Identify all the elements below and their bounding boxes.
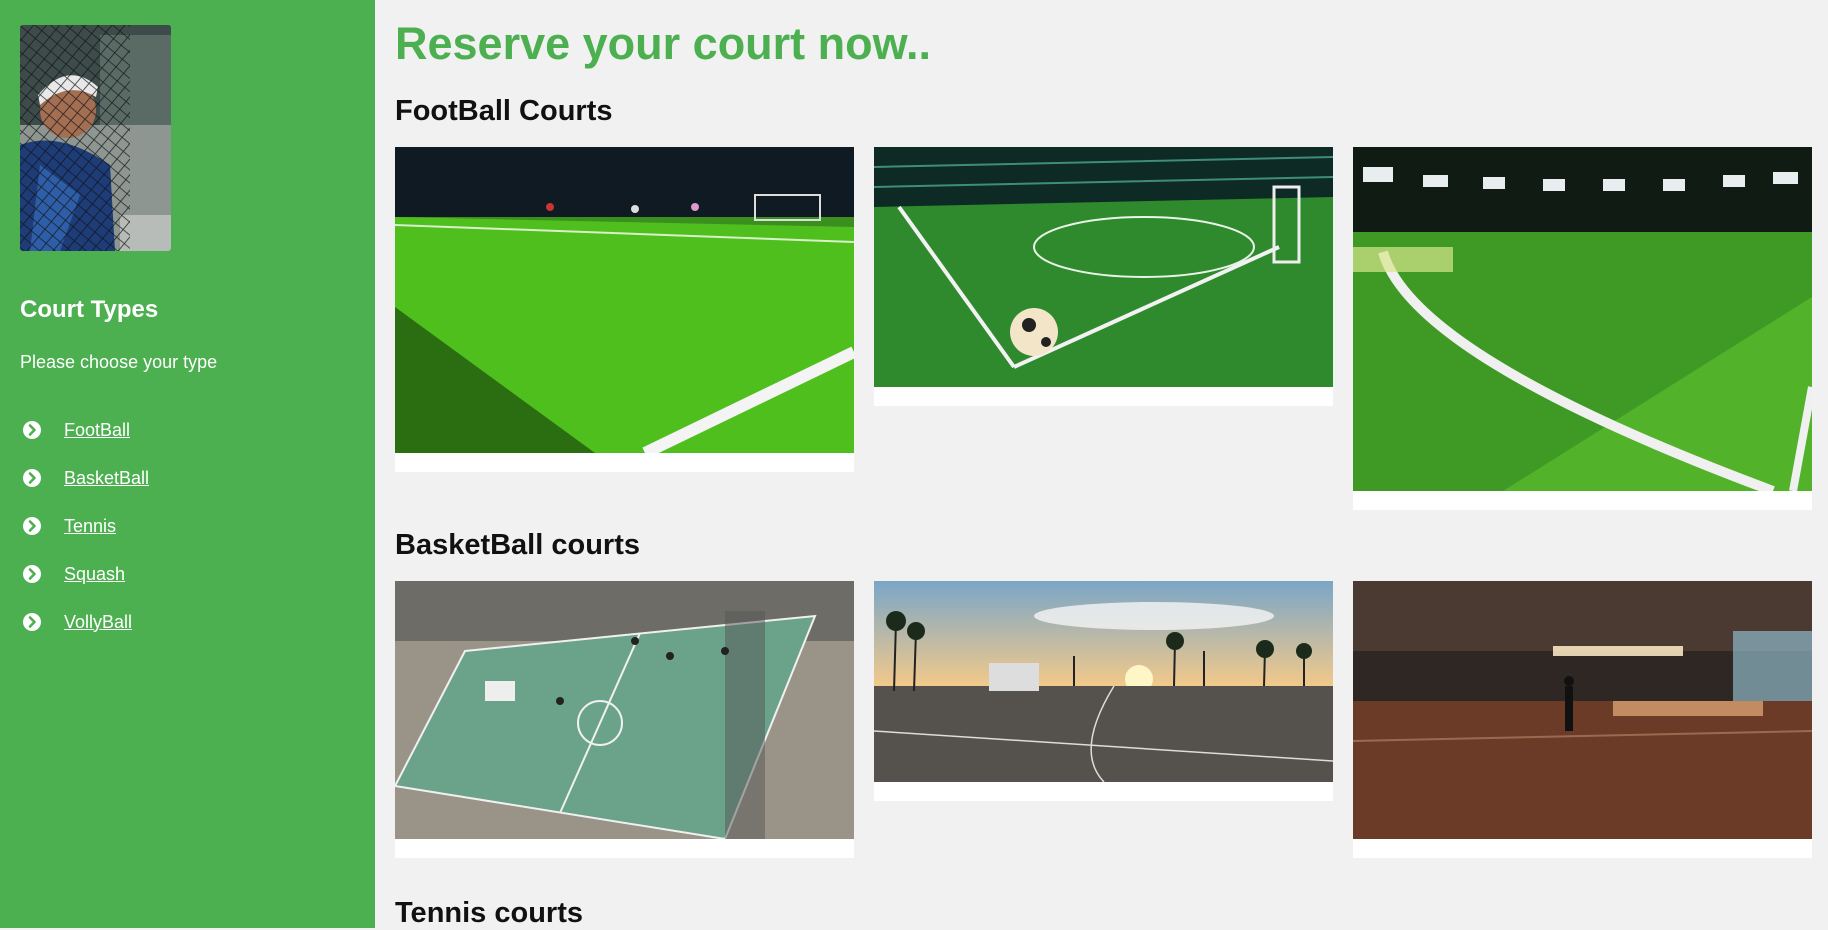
section-title-basketball: BasketBall courts xyxy=(395,529,640,561)
chevron-circle-right-icon xyxy=(20,466,44,490)
football-court-image xyxy=(395,147,854,453)
football-court-image xyxy=(874,147,1333,387)
nav-link-football[interactable]: FootBall xyxy=(64,420,130,441)
avatar xyxy=(20,25,171,251)
basketball-court-image xyxy=(1353,581,1812,839)
chevron-circle-right-icon xyxy=(20,562,44,586)
sidebar-subtitle: Please choose your type xyxy=(20,352,218,372)
court-image-card[interactable] xyxy=(1353,147,1812,510)
court-image-card[interactable] xyxy=(1353,581,1812,858)
sidebar-title: Court Types xyxy=(20,296,159,323)
nav-item-tennis[interactable]: Tennis xyxy=(20,502,149,550)
chevron-circle-right-icon xyxy=(20,514,44,538)
sidebar: Court Types Please choose your type Foot… xyxy=(0,0,375,928)
section-title-football: FootBall Courts xyxy=(395,95,613,127)
section-title-tennis: Tennis courts xyxy=(395,897,583,929)
court-image-card[interactable] xyxy=(874,147,1333,406)
nav-item-volleyball[interactable]: VollyBall xyxy=(20,598,149,646)
chevron-circle-right-icon xyxy=(20,418,44,442)
nav-link-volleyball[interactable]: VollyBall xyxy=(64,612,132,633)
nav-link-basketball[interactable]: BasketBall xyxy=(64,468,149,489)
nav-item-squash[interactable]: Squash xyxy=(20,550,149,598)
chevron-circle-right-icon xyxy=(20,610,44,634)
court-image-card[interactable] xyxy=(874,581,1333,801)
football-court-image xyxy=(1353,147,1812,491)
nav-item-football[interactable]: FootBall xyxy=(20,406,149,454)
court-image-card[interactable] xyxy=(395,581,854,858)
nav-item-basketball[interactable]: BasketBall xyxy=(20,454,149,502)
court-image-card[interactable] xyxy=(395,147,854,472)
court-type-nav: FootBall BasketBall Tennis Squash VollyB… xyxy=(20,406,149,646)
nav-link-tennis[interactable]: Tennis xyxy=(64,516,116,537)
basketball-court-image xyxy=(395,581,854,839)
basketball-court-image xyxy=(874,581,1333,782)
page-title: Reserve your court now.. xyxy=(395,18,931,69)
nav-link-squash[interactable]: Squash xyxy=(64,564,125,585)
